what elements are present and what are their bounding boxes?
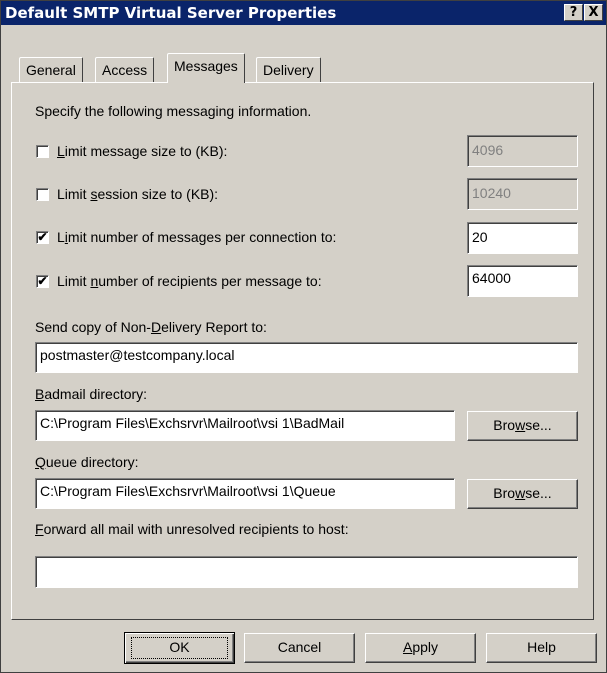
apply-label-post: pply bbox=[412, 639, 439, 655]
tab-delivery-label: Delivery bbox=[263, 62, 314, 78]
queue-browse-button[interactable]: Browse... bbox=[467, 479, 578, 509]
tab-access[interactable]: Access bbox=[95, 57, 155, 83]
browse-label-pre: Bro bbox=[493, 485, 516, 501]
limit-messages-per-connection-checkbox[interactable]: ✔ bbox=[36, 231, 49, 244]
badmail-browse-button[interactable]: Browse... bbox=[467, 411, 578, 441]
limit-message-size-checkbox[interactable] bbox=[36, 145, 49, 158]
queue-label: Queue directory: bbox=[35, 454, 139, 470]
help-button[interactable]: Help bbox=[486, 633, 597, 663]
apply-button[interactable]: Apply bbox=[365, 633, 476, 663]
limit-messages-check: ✔ bbox=[37, 230, 48, 244]
tab-messages[interactable]: Messages bbox=[167, 53, 245, 83]
limit-recipients-check: ✔ bbox=[37, 274, 48, 288]
ndr-email-field[interactable]: postmaster@testcompany.local bbox=[35, 342, 578, 373]
limit-recipients-label: Limit number of recipients per message t… bbox=[57, 273, 322, 289]
ok-button[interactable]: OK bbox=[124, 632, 235, 664]
apply-label-key: A bbox=[402, 639, 413, 655]
browse-label-key: w bbox=[515, 485, 526, 501]
properties-dialog: Default SMTP Virtual Server Properties ?… bbox=[0, 0, 607, 673]
help-title-button[interactable]: ? bbox=[564, 4, 583, 21]
tab-delivery[interactable]: Delivery bbox=[256, 57, 321, 83]
close-title-button[interactable]: X bbox=[584, 4, 603, 21]
queue-directory-field[interactable]: C:\Program Files\Exchsrvr\Mailroot\vsi 1… bbox=[35, 478, 455, 509]
limit-recipients-checkbox[interactable]: ✔ bbox=[36, 275, 49, 288]
limit-messages-per-connection-label: Limit number of messages per connection … bbox=[57, 229, 337, 245]
cancel-label: Cancel bbox=[277, 639, 322, 655]
tab-messages-label: Messages bbox=[174, 58, 238, 74]
limit-session-size-checkbox[interactable] bbox=[36, 188, 49, 201]
intro-text: Specify the following messaging informat… bbox=[35, 103, 312, 119]
message-size-field[interactable]: 4096 bbox=[467, 135, 578, 167]
forward-host-field[interactable] bbox=[35, 556, 578, 588]
close-icon: X bbox=[588, 5, 599, 20]
title-bar: Default SMTP Virtual Server Properties ?… bbox=[1, 1, 606, 25]
recipients-per-message-field[interactable]: 64000 bbox=[467, 265, 578, 297]
tab-general[interactable]: General bbox=[19, 57, 83, 83]
cancel-button[interactable]: Cancel bbox=[244, 633, 355, 663]
session-size-field[interactable]: 10240 bbox=[467, 178, 578, 210]
ndr-label: Send copy of Non-Delivery Report to: bbox=[35, 319, 267, 335]
badmail-directory-field[interactable]: C:\Program Files\Exchsrvr\Mailroot\vsi 1… bbox=[35, 410, 455, 441]
limit-session-size-label: Limit session size to (KB): bbox=[57, 186, 219, 202]
browse-label-post: se... bbox=[525, 417, 552, 433]
window-title: Default SMTP Virtual Server Properties bbox=[5, 4, 337, 22]
browse-label-pre: Bro bbox=[493, 417, 516, 433]
messages-per-connection-field[interactable]: 20 bbox=[467, 222, 578, 254]
limit-message-size-label: Limit message size to (KB): bbox=[57, 143, 228, 159]
help-icon: ? bbox=[569, 5, 578, 20]
badmail-label: Badmail directory: bbox=[35, 386, 148, 402]
help-label: Help bbox=[527, 639, 556, 655]
browse-label-key: w bbox=[515, 417, 526, 433]
browse-label-post: se... bbox=[525, 485, 552, 501]
tab-access-label: Access bbox=[102, 62, 148, 78]
tab-general-label: General bbox=[26, 62, 76, 78]
forward-host-label: Forward all mail with unresolved recipie… bbox=[35, 521, 349, 537]
focus-rectangle bbox=[131, 637, 228, 659]
